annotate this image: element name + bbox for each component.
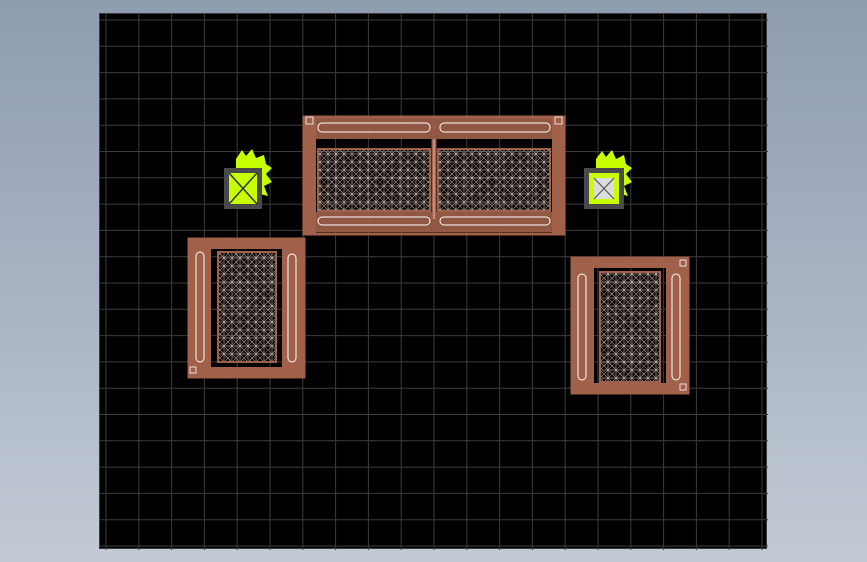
floor-plan-drawing[interactable]: [100, 14, 768, 550]
lamp-left-block[interactable]: [224, 149, 272, 209]
cad-viewport[interactable]: [99, 13, 768, 550]
armchair-left-block[interactable]: [187, 237, 306, 379]
lamp-right-block[interactable]: [584, 150, 632, 209]
sofa-block[interactable]: [302, 115, 566, 236]
armchair-right-block[interactable]: [570, 256, 690, 395]
